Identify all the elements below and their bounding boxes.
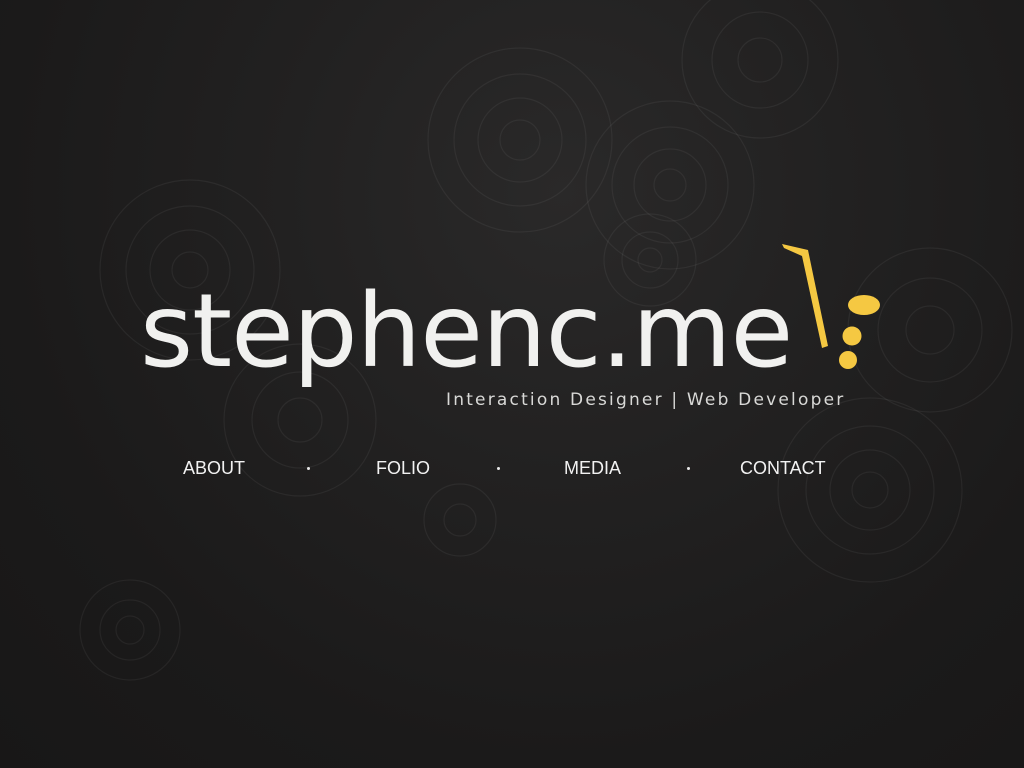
nav-link-about[interactable]: ABOUT (183, 454, 245, 482)
nav-separator-dot (497, 467, 500, 470)
nav-separator-dot (307, 467, 310, 470)
nav-separator-dot (687, 467, 690, 470)
hero-background: stephenc.me Interaction Designer | Web D… (0, 0, 1024, 768)
site-wordmark: stephenc.me (140, 272, 793, 391)
nav-link-media[interactable]: MEDIA (564, 454, 621, 482)
nav-link-folio[interactable]: FOLIO (376, 454, 430, 482)
nav-link-contact[interactable]: CONTACT (740, 454, 826, 482)
site-logo[interactable]: stephenc.me Interaction Designer | Web D… (140, 244, 900, 422)
main-navigation: ABOUT FOLIO MEDIA CONTACT (0, 454, 1024, 484)
site-tagline: Interaction Designer | Web Developer (446, 390, 846, 410)
saxophone-mark-icon (782, 244, 880, 369)
